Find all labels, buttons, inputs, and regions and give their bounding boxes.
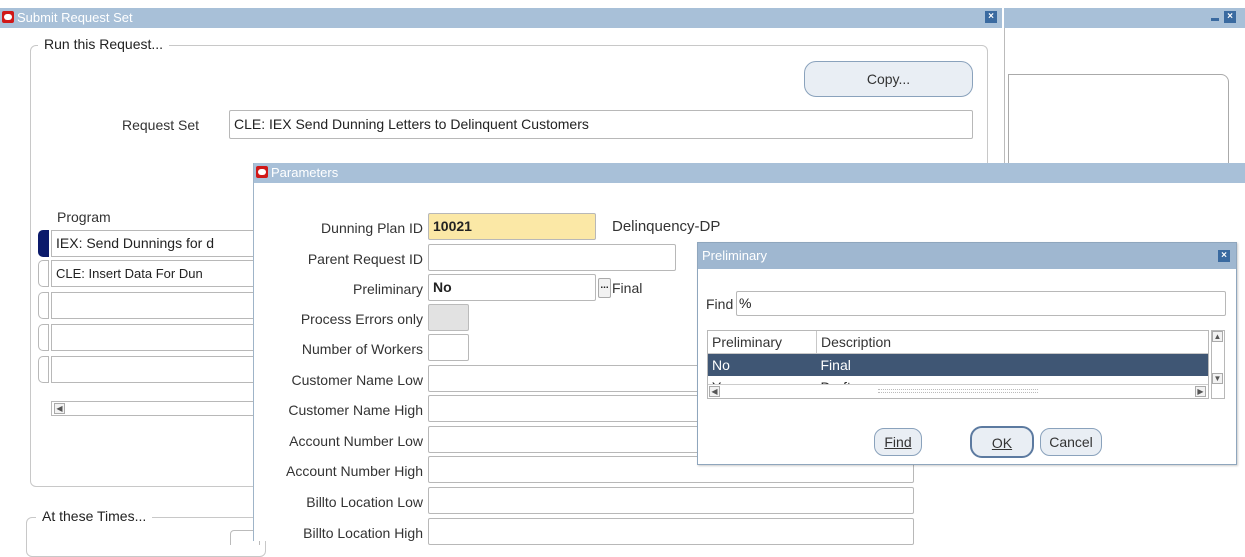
row-description: Final — [816, 353, 1208, 376]
preliminary-dialog-titlebar[interactable]: Preliminary × — [698, 243, 1236, 269]
run-request-group-title: Run this Request... — [38, 36, 170, 52]
table-row-selected[interactable]: No Final — [708, 353, 1208, 376]
window-divider — [1004, 28, 1005, 168]
param-label: Process Errors only — [300, 311, 423, 327]
find-button[interactable]: Find — [874, 428, 922, 456]
lov-results-table: Preliminary Description No Final Yes Dra… — [707, 330, 1209, 399]
param-label: Account Number High — [286, 463, 423, 479]
scroll-thumb[interactable] — [878, 389, 1038, 393]
times-group-title: At these Times... — [36, 508, 153, 524]
lov-button[interactable]: ... — [598, 278, 611, 298]
request-set-label: Request Set — [122, 117, 200, 133]
program-row[interactable] — [51, 292, 261, 319]
param-label: Preliminary — [352, 281, 423, 297]
scroll-left-icon[interactable]: ◀ — [54, 403, 65, 414]
param-label: Parent Request ID — [307, 251, 423, 267]
program-row[interactable] — [51, 324, 261, 351]
scroll-left-icon[interactable]: ◀ — [709, 386, 720, 397]
copy-button[interactable]: Copy... — [804, 61, 973, 97]
param-label: Billto Location High — [303, 525, 423, 541]
row-selector[interactable] — [38, 292, 49, 319]
row-selector[interactable] — [38, 260, 49, 287]
cancel-button[interactable]: Cancel — [1040, 428, 1102, 456]
process-errors-field[interactable] — [428, 304, 469, 331]
parent-request-id-field[interactable] — [428, 244, 676, 271]
param-label: Dunning Plan ID — [321, 220, 423, 236]
row-selector[interactable] — [38, 324, 49, 351]
preliminary-field[interactable]: No — [428, 274, 596, 301]
program-row[interactable]: IEX: Send Dunnings for d — [51, 230, 261, 257]
program-horizontal-scrollbar[interactable]: ◀ — [51, 401, 261, 416]
parameters-titlebar[interactable]: Parameters — [254, 163, 1245, 183]
scroll-up-icon[interactable]: ▲ — [1212, 331, 1223, 342]
column-header-description[interactable]: Description — [816, 331, 1208, 354]
scroll-down-icon[interactable]: ▼ — [1212, 373, 1223, 384]
dunning-plan-description: Delinquency-DP — [612, 218, 721, 235]
minimize-icon[interactable] — [1210, 11, 1220, 23]
row-selector[interactable] — [38, 356, 49, 383]
program-row[interactable] — [51, 356, 261, 383]
param-label: Account Number Low — [289, 433, 423, 449]
submit-window-title: Submit Request Set — [17, 10, 133, 25]
param-label: Number of Workers — [301, 341, 423, 357]
lov-vertical-scrollbar[interactable]: ▲ ▼ — [1211, 330, 1225, 399]
lov-horizontal-scrollbar[interactable]: ◀ ▶ — [708, 384, 1208, 398]
find-label: Find — [706, 296, 734, 312]
number-of-workers-field[interactable] — [428, 334, 469, 361]
close-icon[interactable]: × — [985, 11, 997, 23]
preliminary-dialog-title: Preliminary — [702, 248, 768, 263]
billto-location-low-field[interactable] — [428, 487, 914, 514]
submit-window-titlebar[interactable]: Submit Request Set × — [0, 8, 1002, 28]
column-header-preliminary[interactable]: Preliminary — [708, 331, 817, 354]
preliminary-description: Final — [612, 280, 643, 296]
program-row[interactable]: CLE: Insert Data For Dun — [51, 260, 261, 287]
oracle-logo-icon — [2, 11, 14, 23]
preliminary-dialog: Preliminary × Find % Preliminary Descrip… — [697, 242, 1237, 465]
scroll-right-icon[interactable]: ▶ — [1195, 386, 1206, 397]
find-input[interactable]: % — [736, 291, 1226, 316]
oracle-logo-icon — [256, 166, 268, 178]
row-selector-active[interactable] — [38, 230, 49, 257]
close-icon[interactable]: × — [1218, 250, 1230, 262]
program-column-header: Program — [57, 209, 111, 225]
request-set-field[interactable]: CLE: IEX Send Dunning Letters to Delinqu… — [229, 110, 973, 139]
ok-button[interactable]: OK — [970, 426, 1034, 458]
parameters-title: Parameters — [271, 165, 339, 180]
background-frame — [1008, 74, 1229, 164]
param-label: Billto Location Low — [306, 494, 423, 510]
dunning-plan-id-field[interactable]: 10021 — [428, 213, 596, 240]
param-label: Customer Name High — [288, 402, 423, 418]
background-window-titlebar[interactable]: × — [1004, 8, 1245, 28]
row-value: No — [708, 353, 817, 376]
param-label: Customer Name Low — [291, 372, 424, 388]
close-icon[interactable]: × — [1224, 11, 1236, 23]
